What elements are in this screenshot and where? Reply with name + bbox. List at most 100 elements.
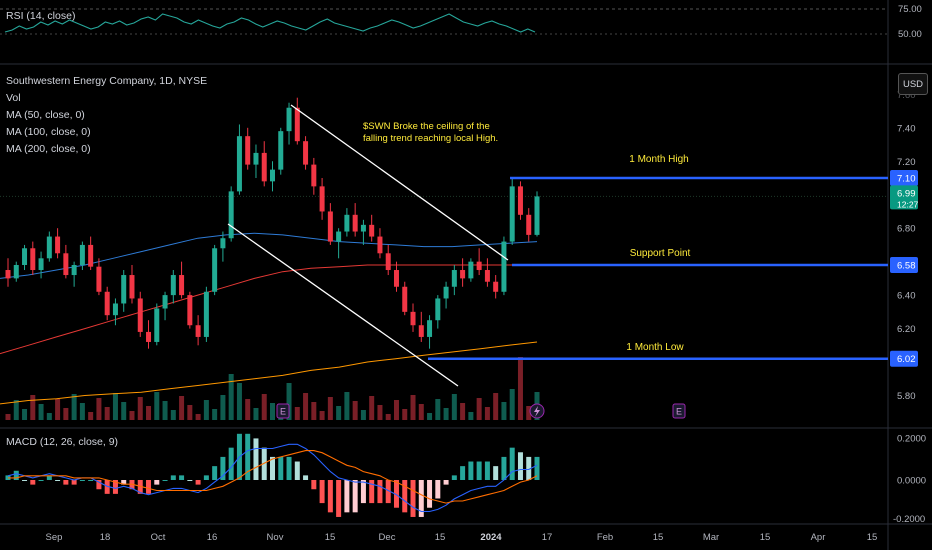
candle-body [220, 238, 226, 249]
candle-body [129, 275, 135, 299]
volume-bar [5, 414, 11, 420]
volume-bar [170, 410, 176, 420]
candle-body [377, 236, 383, 254]
volume-bar [187, 405, 193, 420]
candle-body [170, 275, 176, 296]
macd-histogram-bar [303, 475, 309, 480]
volume-bar [393, 400, 399, 420]
x-axis-label: Oct [151, 532, 166, 543]
x-axis-label: Mar [703, 532, 719, 543]
volume-bar [121, 402, 127, 420]
candle-body [517, 186, 523, 215]
candle-body [46, 236, 52, 259]
candle-body [476, 261, 482, 271]
candle-body [228, 191, 234, 239]
x-axis-label: 18 [100, 532, 111, 543]
rsi-line [4, 13, 536, 33]
x-axis-label: Feb [597, 532, 613, 543]
volume-bar [377, 405, 383, 420]
candle-body [385, 253, 391, 271]
volume-bar [303, 393, 309, 420]
volume-bar [344, 392, 350, 420]
price-tick-label: 6.20 [897, 324, 916, 335]
macd-histogram-bar [493, 466, 499, 480]
volume-bar [46, 413, 52, 420]
candle-body [38, 258, 44, 271]
candle-body [203, 291, 209, 337]
candle-body [104, 291, 110, 316]
macd-histogram-bar [460, 466, 466, 480]
candle-body [55, 236, 61, 254]
candle-body [22, 248, 28, 265]
volume-bar [137, 397, 143, 420]
macd-histogram-bar [13, 470, 19, 480]
candle-body [402, 286, 408, 312]
volume-bar [129, 411, 135, 420]
candle-body [154, 308, 160, 342]
price-legend-ma50: MA (50, close, 0) [6, 109, 85, 121]
macd-histogram-bar [30, 480, 36, 485]
volume-bar [443, 408, 449, 420]
price-tick-label: 5.80 [897, 391, 916, 402]
candle-body [369, 224, 375, 237]
price-tick-label: 7.40 [897, 123, 916, 134]
candle-body [352, 214, 358, 232]
macd-histogram-bar [278, 456, 284, 480]
volume-bar [517, 357, 523, 420]
macd-histogram-bar [410, 480, 416, 517]
price-legend-vol: Vol [6, 92, 21, 104]
annotation-text: $SWN Broke the ceiling of the [363, 121, 490, 132]
currency-button[interactable]: USD [898, 73, 928, 95]
candle-body [501, 241, 507, 292]
macd-histogram-bar [360, 480, 366, 504]
volume-bar [203, 400, 209, 420]
candle-body [88, 244, 94, 267]
price-level-label: 1 Month High [629, 154, 688, 165]
x-axis-label: 2024 [480, 532, 502, 543]
macd-histogram-bar [38, 480, 44, 481]
volume-bar [418, 404, 424, 420]
macd-histogram-bar [55, 480, 61, 481]
candle-body [187, 295, 193, 326]
volume-bar [55, 399, 61, 420]
macd-histogram-bar [451, 475, 457, 480]
candle-body [427, 320, 433, 337]
volume-bar [493, 393, 499, 420]
macd-histogram-bar [286, 456, 292, 480]
macd-histogram-bar [319, 480, 325, 504]
macd-histogram-bar [228, 447, 234, 480]
candle-body [236, 136, 242, 192]
volume-bar [460, 403, 466, 420]
candle-body [443, 286, 449, 299]
candle-body [311, 164, 317, 187]
volume-bar [261, 394, 267, 420]
candle-body [294, 107, 300, 142]
price-level-tag-text: 6.58 [897, 261, 916, 272]
candle-body [435, 298, 441, 321]
candle-body [484, 270, 490, 282]
x-axis-label: 15 [325, 532, 336, 543]
volume-bar [245, 399, 251, 420]
candle-body [270, 169, 275, 182]
volume-bar [96, 398, 102, 420]
volume-bar [88, 412, 94, 420]
volume-bar [294, 407, 300, 420]
volume-bar [38, 404, 44, 420]
macd-histogram-bar [501, 456, 507, 480]
price-tick-label: 6.40 [897, 291, 916, 302]
x-axis-label: 16 [207, 532, 218, 543]
candle-body [5, 270, 11, 279]
macd-tick-label: 0.2000 [897, 434, 926, 445]
x-axis-label: 15 [653, 532, 664, 543]
x-axis-label: 15 [760, 532, 771, 543]
volume-bar [319, 411, 325, 420]
volume-bar [30, 395, 36, 420]
candle-body [121, 275, 127, 304]
macd-histogram-bar [179, 475, 185, 480]
x-axis-label: Dec [379, 532, 396, 543]
price-tick-label: 6.80 [897, 224, 916, 235]
candle-body [327, 211, 333, 242]
countdown-text: 12:27 [897, 199, 919, 209]
candle-body [96, 266, 102, 292]
macd-histogram-bar [435, 480, 441, 499]
